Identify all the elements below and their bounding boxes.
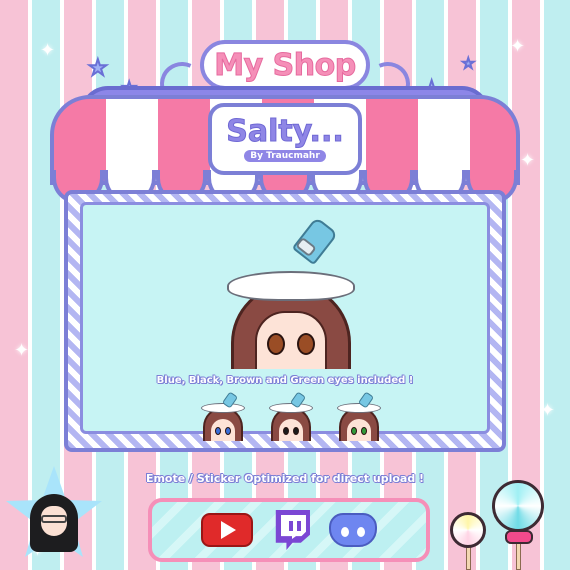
youtube-icon bbox=[201, 513, 254, 547]
character-eye-left bbox=[267, 333, 285, 355]
discord-icon bbox=[328, 513, 377, 547]
eyes-included-text: Blue, Black, Brown and Green eyes includ… bbox=[156, 375, 414, 386]
lollipop-icon bbox=[450, 512, 486, 548]
shop-banner: ✦ ✦ ✦ ✦ ✦ ✦ ★ ★ ★ ★ My Shop Salty... By … bbox=[0, 0, 570, 570]
character-face bbox=[255, 311, 327, 369]
salt-pile bbox=[227, 271, 355, 301]
sparkle-icon: ✦ bbox=[510, 36, 526, 57]
optimized-text: Emote / Sticker Optimized for direct upl… bbox=[145, 472, 425, 485]
eye-variants bbox=[201, 391, 381, 441]
variant-green bbox=[337, 391, 381, 441]
bow-icon bbox=[505, 530, 533, 544]
shop-sign-title: My Shop bbox=[214, 47, 357, 83]
sparkle-icon: ✦ bbox=[14, 340, 30, 361]
variant-blue bbox=[201, 391, 245, 441]
product-title: Salty... bbox=[226, 114, 344, 149]
product-title-plate: Salty... By Traucmahr bbox=[208, 103, 362, 175]
preview-panel: Blue, Black, Brown and Green eyes includ… bbox=[80, 202, 490, 441]
variant-black bbox=[269, 391, 313, 441]
twitch-icon bbox=[271, 510, 310, 550]
shop-window: Blue, Black, Brown and Green eyes includ… bbox=[64, 190, 506, 452]
product-byline: By Traucmahr bbox=[244, 150, 326, 162]
glasses-icon bbox=[41, 515, 67, 523]
star-icon: ★ bbox=[461, 55, 475, 73]
shop-sign: My Shop bbox=[200, 40, 370, 90]
sparkle-icon: ✦ bbox=[40, 40, 56, 61]
platform-icons-bar bbox=[148, 498, 430, 562]
sparkle-icon: ✦ bbox=[520, 150, 536, 171]
character-eye-right bbox=[297, 333, 315, 355]
star-icon: ★ bbox=[87, 55, 109, 82]
sparkle-icon: ✦ bbox=[540, 400, 556, 421]
lollipop-icon bbox=[492, 480, 544, 532]
